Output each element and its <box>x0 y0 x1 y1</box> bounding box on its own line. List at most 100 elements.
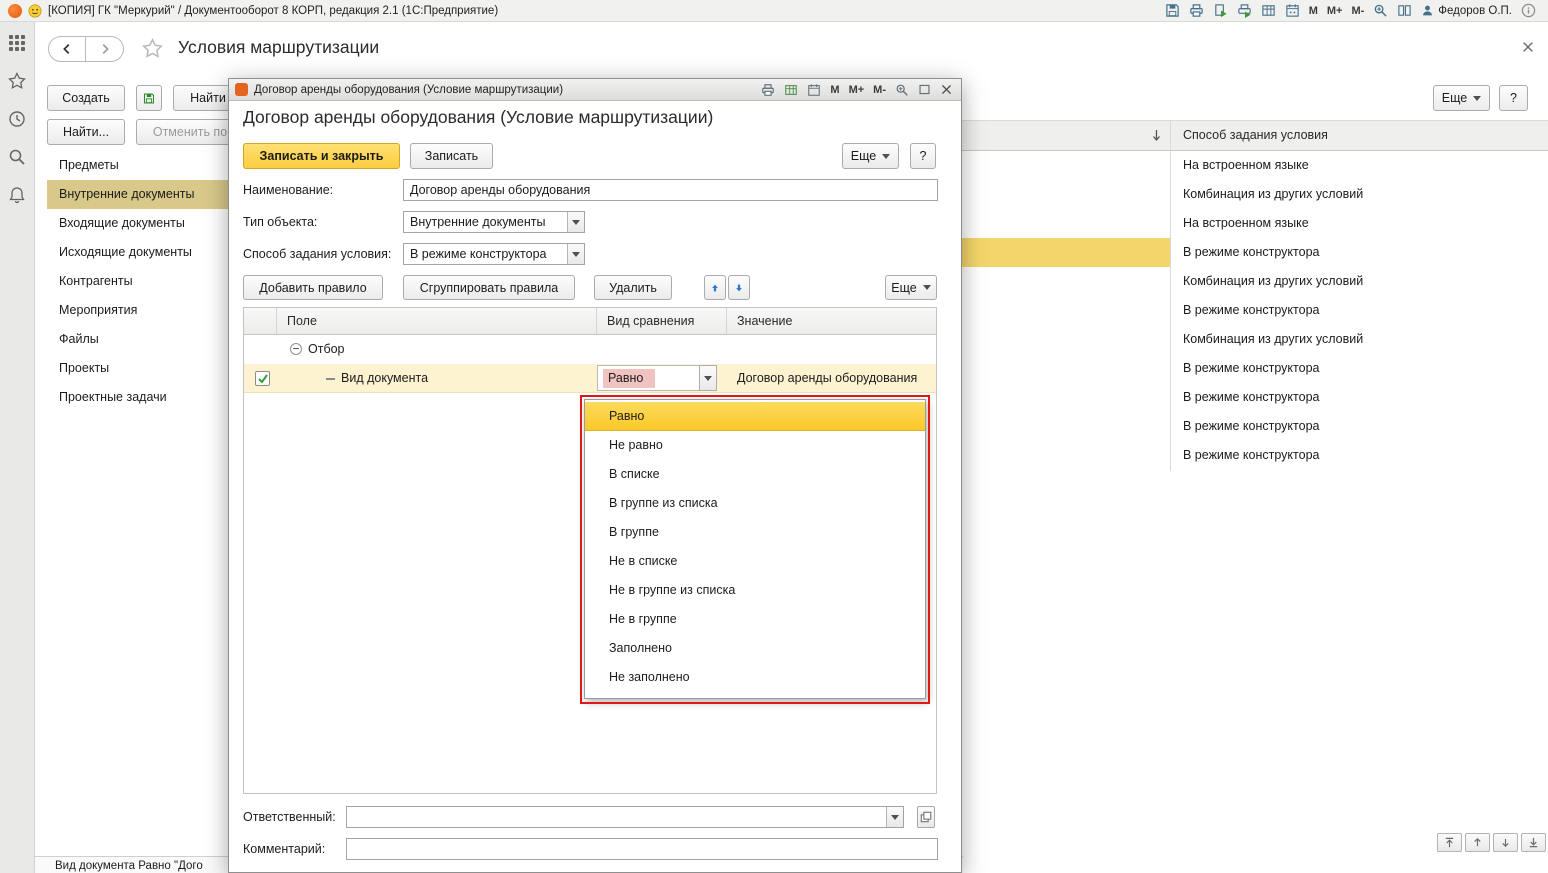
object-type-label: Тип объекта: <box>243 215 318 229</box>
create-button[interactable]: Создать <box>47 85 125 111</box>
chevron-down-icon <box>882 153 891 159</box>
sidebar-item-proektnye-zadachi[interactable]: Проектные задачи <box>47 383 228 412</box>
checkbox-column-header[interactable] <box>244 308 277 334</box>
dropdown-item[interactable]: В группе из списка <box>585 489 925 518</box>
dialog-help-button[interactable]: ? <box>910 143 936 169</box>
dropdown-item[interactable]: Заполнено <box>585 634 925 663</box>
dropdown-item[interactable]: Не в группе из списка <box>585 576 925 605</box>
sidebar-item-vhodyashchie-dokumenty[interactable]: Входящие документы <box>47 209 228 238</box>
dialog-zoom-button[interactable] <box>895 83 909 97</box>
find-button[interactable]: Найти... <box>47 119 125 145</box>
comparison-dropdown-button[interactable] <box>699 365 717 391</box>
dropdown-item-selected[interactable]: Равно <box>585 402 925 431</box>
print-preview-icon[interactable] <box>1237 3 1252 18</box>
choose-button[interactable] <box>917 806 935 828</box>
publish-icon[interactable] <box>1213 3 1228 18</box>
back-button[interactable] <box>48 36 86 62</box>
dialog-maximize-button[interactable] <box>918 83 931 96</box>
save-button[interactable]: Записать <box>410 143 493 169</box>
rule-value[interactable]: Договор аренды оборудования <box>737 371 917 385</box>
move-up-button[interactable] <box>704 275 726 300</box>
scroll-next-button[interactable] <box>1493 833 1518 852</box>
info-icon[interactable] <box>1521 3 1536 18</box>
chevron-down-icon[interactable] <box>886 807 903 827</box>
close-icon[interactable] <box>1521 40 1535 54</box>
comment-input[interactable] <box>346 838 938 860</box>
forward-button[interactable] <box>86 36 124 62</box>
scroll-prev-button[interactable] <box>1465 833 1490 852</box>
dialog-memory-m-button[interactable]: М <box>830 84 839 96</box>
scroll-last-button[interactable] <box>1521 833 1546 852</box>
sidebar-item-faily[interactable]: Файлы <box>47 325 228 354</box>
comparison-editor[interactable]: Равно <box>597 365 700 391</box>
memory-m-button[interactable]: М <box>1309 5 1318 17</box>
dropdown-item[interactable]: Не равно <box>585 431 925 460</box>
favorites-star-icon[interactable] <box>8 72 26 90</box>
print-icon[interactable] <box>1189 3 1204 18</box>
col-field-header[interactable]: Поле <box>277 308 597 334</box>
save-icon[interactable] <box>1165 3 1180 18</box>
rules-more-button[interactable]: Еще <box>885 275 937 300</box>
chevron-down-icon[interactable] <box>567 212 584 232</box>
notifications-bell-icon[interactable] <box>8 186 26 204</box>
dialog-more-button[interactable]: Еще <box>842 143 899 169</box>
dialog-memory-m-minus-button[interactable]: М- <box>873 84 886 96</box>
rule-comparison: Равно <box>603 368 656 388</box>
help-button[interactable]: ? <box>1499 85 1528 111</box>
collapse-icon[interactable] <box>290 343 302 355</box>
delete-button[interactable]: Удалить <box>594 275 672 300</box>
scroll-first-button[interactable] <box>1437 833 1462 852</box>
responsible-combobox[interactable] <box>346 806 904 828</box>
dropdown-item[interactable]: Не в группе <box>585 605 925 634</box>
rule-checkbox[interactable] <box>255 371 270 386</box>
sidebar-item-vnutrennie-dokumenty[interactable]: Внутренние документы <box>47 180 228 209</box>
chevron-down-icon <box>704 375 712 381</box>
table-icon[interactable] <box>1261 3 1276 18</box>
copy-button[interactable] <box>136 85 162 111</box>
group-label: Отбор <box>308 342 345 356</box>
search-icon[interactable] <box>8 148 26 166</box>
dialog-calendar-icon[interactable] <box>807 83 821 97</box>
sidebar-item-meropriyatiya[interactable]: Мероприятия <box>47 296 228 325</box>
dropdown-item[interactable]: В списке <box>585 460 925 489</box>
dialog-titlebar[interactable]: Договор аренды оборудования (Условие мар… <box>229 79 961 101</box>
dialog-memory-m-plus-button[interactable]: М+ <box>849 84 865 96</box>
sidebar-item-kontragenty[interactable]: Контрагенты <box>47 267 228 296</box>
menu-grid-icon[interactable] <box>8 34 26 52</box>
history-clock-icon[interactable] <box>8 110 26 128</box>
sidebar-item-ishodyashchie-dokumenty[interactable]: Исходящие документы <box>47 238 228 267</box>
dropdown-item[interactable]: Не в списке <box>585 547 925 576</box>
memory-m-plus-button[interactable]: М+ <box>1327 5 1343 17</box>
left-rail <box>0 22 35 873</box>
user-menu[interactable]: Федоров О.П. <box>1421 4 1512 17</box>
zoom-icon[interactable] <box>1373 3 1388 18</box>
calendar-icon[interactable] <box>1285 3 1300 18</box>
sidebar-item-proekty[interactable]: Проекты <box>47 354 228 383</box>
chevron-down-icon[interactable] <box>567 244 584 264</box>
split-view-icon[interactable] <box>1397 3 1412 18</box>
add-rule-button[interactable]: Добавить правило <box>243 275 383 300</box>
dropdown-item[interactable]: В группе <box>585 518 925 547</box>
memory-m-minus-button[interactable]: М- <box>1351 5 1364 17</box>
save-close-button[interactable]: Записать и закрыть <box>243 143 400 169</box>
dialog-table-icon[interactable] <box>784 83 798 97</box>
smiley-icon <box>28 3 42 18</box>
sidebar-item-predmety[interactable]: Предметы <box>47 151 228 180</box>
name-input[interactable] <box>403 179 938 201</box>
comment-label: Комментарий: <box>243 842 326 856</box>
object-type-select[interactable]: Внутренние документы <box>403 211 585 233</box>
col-value-header[interactable]: Значение <box>727 308 936 334</box>
rule-field: Вид документа <box>341 371 429 385</box>
dialog-title: Договор аренды оборудования (Условие мар… <box>254 83 564 96</box>
dialog-print-icon[interactable] <box>761 83 775 97</box>
condition-method-select[interactable]: В режиме конструктора <box>403 243 585 265</box>
move-down-button[interactable] <box>728 275 750 300</box>
more-button[interactable]: Еще <box>1433 85 1490 111</box>
group-rules-button[interactable]: Сгруппировать правила <box>403 275 575 300</box>
group-row[interactable]: Отбор <box>244 335 936 364</box>
favorite-star-icon[interactable] <box>142 38 163 59</box>
dialog-close-button[interactable] <box>940 83 953 96</box>
col-comparison-header[interactable]: Вид сравнения <box>597 308 727 334</box>
dropdown-item[interactable]: Не заполнено <box>585 663 925 692</box>
rule-row[interactable]: Вид документа Равно Договор аренды обору… <box>244 364 936 393</box>
